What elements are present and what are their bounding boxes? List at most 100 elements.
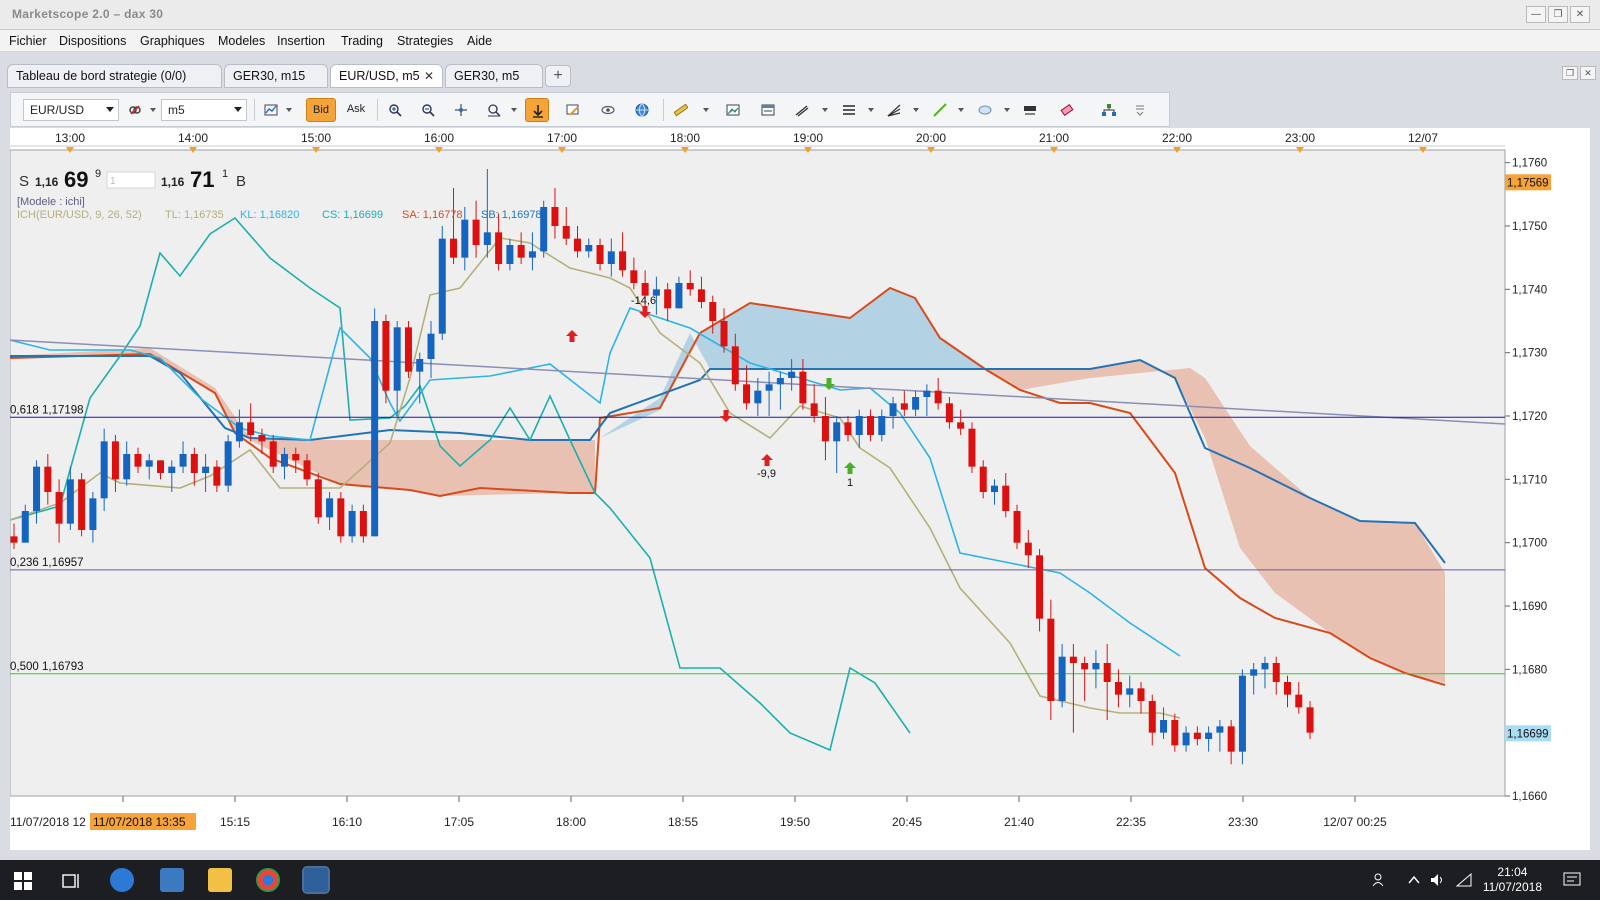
candle-body: [889, 403, 897, 416]
candle-body: [10, 536, 18, 543]
scale-button[interactable]: [482, 98, 506, 122]
candle-body: [21, 511, 29, 543]
hierarchy-button[interactable]: [1097, 98, 1121, 122]
chevron-down-icon[interactable]: [958, 108, 964, 112]
candle-body: [1013, 511, 1021, 543]
price-tick-label: 1,1700: [1512, 538, 1547, 550]
text-button[interactable]: [1018, 98, 1042, 122]
bottom-time-tick-label: 18:55: [668, 815, 698, 829]
trend-line-button[interactable]: [928, 98, 952, 122]
windows-start-icon[interactable]: [14, 872, 32, 890]
system-clock[interactable]: 21:04 11/07/2018: [1483, 865, 1542, 895]
taskbar-app-icon[interactable]: [110, 868, 134, 892]
candle-body: [190, 454, 198, 473]
candle-body: [1137, 688, 1145, 701]
close-window-button[interactable]: ✕: [1570, 6, 1590, 23]
chevron-down-icon[interactable]: [511, 108, 517, 112]
tab-ger30-m15[interactable]: GER30, m15: [224, 64, 328, 88]
task-view-icon[interactable]: [62, 872, 80, 890]
candle-body: [641, 283, 649, 296]
chrome-icon[interactable]: [256, 868, 280, 892]
chevron-up-icon[interactable]: [1408, 875, 1420, 885]
tab-tableau-de-bord[interactable]: Tableau de bord strategie (0/0): [7, 64, 222, 88]
chevron-down-icon[interactable]: [703, 108, 709, 112]
candle-body: [720, 321, 728, 347]
ich-label: ICH(EUR/USD, 9, 26, 52): [17, 209, 142, 221]
menu-trading[interactable]: Trading: [341, 34, 383, 48]
taskbar-app-icon[interactable]: [160, 868, 184, 892]
globe-button[interactable]: [630, 98, 654, 122]
price-tick-label: 1,1740: [1512, 284, 1547, 296]
symbol-select[interactable]: EUR/USD: [23, 99, 119, 121]
horizontal-lines-button[interactable]: [837, 98, 861, 122]
zoom-in-button[interactable]: [383, 98, 407, 122]
chevron-down-icon[interactable]: [150, 108, 156, 112]
bid-button[interactable]: Bid: [306, 98, 336, 122]
candle-body: [145, 460, 153, 467]
candle-body: [337, 498, 345, 537]
menu-aide[interactable]: Aide: [467, 34, 492, 48]
candle-body: [731, 346, 739, 385]
timeframe-value: m5: [168, 103, 185, 117]
fan-lines-button[interactable]: [882, 98, 906, 122]
menu-insertion[interactable]: Insertion: [277, 34, 325, 48]
zoom-out-button[interactable]: [416, 98, 440, 122]
panel-close-icon[interactable]: ✕: [1580, 66, 1596, 80]
menu-strategies[interactable]: Strategies: [397, 34, 453, 48]
trade-result-label: -9,9: [757, 468, 776, 480]
notification-icon[interactable]: [1563, 872, 1581, 888]
chevron-down-icon[interactable]: [286, 108, 292, 112]
ellipse-button[interactable]: [973, 98, 997, 122]
properties-button[interactable]: [561, 98, 585, 122]
auto-scroll-button[interactable]: [525, 98, 549, 122]
ruler-button[interactable]: [669, 98, 693, 122]
candle-body: [990, 485, 998, 492]
text-abc-icon: [1024, 106, 1036, 115]
draw-lines-icon: [795, 105, 809, 117]
timeframe-select[interactable]: m5: [161, 99, 247, 121]
chevron-down-icon[interactable]: [913, 108, 919, 112]
chevron-down-icon[interactable]: [1004, 108, 1010, 112]
eraser-button[interactable]: [1055, 98, 1079, 122]
bottom-time-tick-label: 23:30: [1228, 815, 1258, 829]
candle-body: [1193, 732, 1201, 739]
chart-link-button[interactable]: [123, 98, 147, 122]
candle-body: [1036, 555, 1044, 619]
panel-restore-icon[interactable]: ❐: [1562, 66, 1578, 80]
candle-body: [416, 359, 424, 372]
file-explorer-icon[interactable]: [208, 868, 232, 892]
chevron-down-icon[interactable]: [868, 108, 874, 112]
crosshair-button[interactable]: [449, 98, 473, 122]
candle-body: [202, 466, 210, 473]
draw-lines-button[interactable]: [790, 98, 814, 122]
people-icon[interactable]: [1372, 873, 1386, 887]
menu-dispositions[interactable]: Dispositions: [59, 34, 126, 48]
restore-button[interactable]: ❐: [1548, 6, 1568, 23]
tab-eurusd-m5[interactable]: EUR/USD, m5 ✕: [330, 64, 443, 88]
insert-image-button[interactable]: [721, 98, 745, 122]
indicator-button[interactable]: [596, 98, 620, 122]
candle-body: [1114, 682, 1122, 695]
add-tab-button[interactable]: +: [545, 65, 571, 87]
marketscope-taskbar-icon[interactable]: [302, 866, 330, 894]
speaker-icon[interactable]: [1430, 873, 1446, 887]
screenshot-button[interactable]: [756, 98, 780, 122]
sell-price-big: 69: [64, 167, 88, 192]
candle-body: [517, 245, 525, 258]
network-icon[interactable]: [1456, 873, 1472, 887]
ask-button[interactable]: Ask: [341, 98, 371, 122]
top-time-tick-label: 21:00: [1039, 131, 1069, 145]
minimize-button[interactable]: —: [1526, 6, 1546, 23]
bid-label: Bid: [313, 104, 329, 116]
tab-ger30-m5[interactable]: GER30, m5: [445, 64, 543, 88]
price-chart[interactable]: 13:00 14:00 15:00 16:00 17:00 18:00 19:00 20:00…: [10, 128, 1590, 850]
menu-modeles[interactable]: Modeles: [218, 34, 265, 48]
chevron-down-icon[interactable]: [822, 108, 828, 112]
menu-fichier[interactable]: Fichier: [9, 34, 47, 48]
toolbar-overflow-button[interactable]: [1133, 98, 1147, 122]
properties-icon: [566, 104, 579, 116]
candle-body: [450, 238, 458, 258]
chart-type-button[interactable]: [259, 98, 283, 122]
tab-close-icon[interactable]: ✕: [424, 65, 434, 87]
menu-graphiques[interactable]: Graphiques: [140, 34, 205, 48]
